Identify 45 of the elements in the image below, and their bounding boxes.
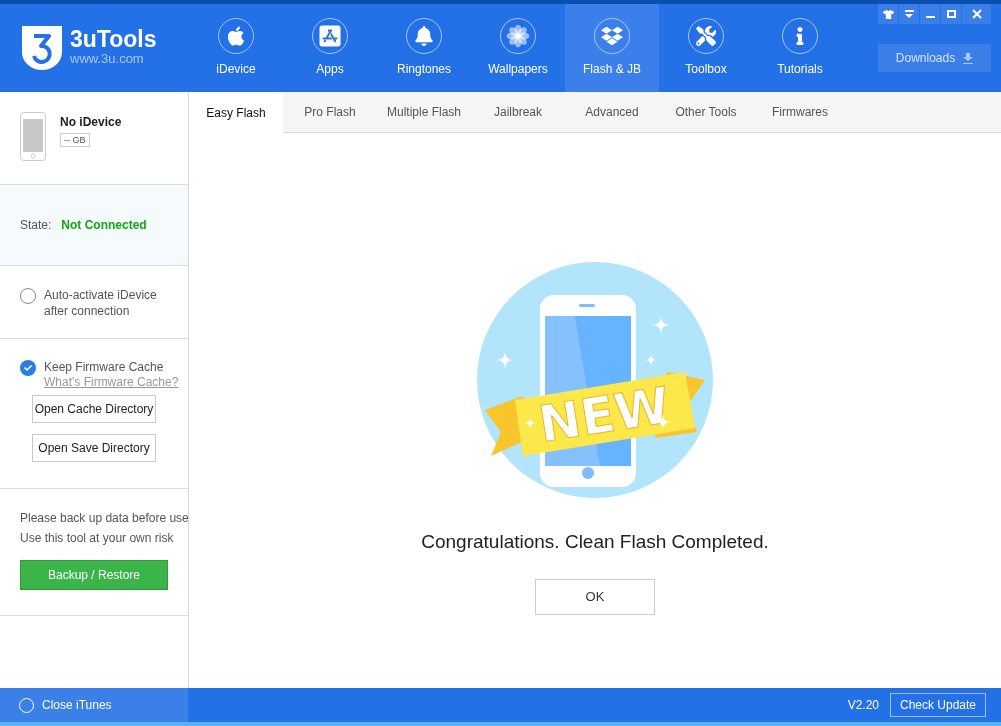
- warning-text: Use this tool at your own risk: [20, 530, 175, 547]
- check-update-button[interactable]: Check Update: [890, 693, 986, 717]
- downloads-button[interactable]: Downloads: [878, 44, 991, 72]
- nav-tab[interactable]: Flash & JB: [565, 4, 659, 92]
- tab[interactable]: Multiple Flash: [377, 92, 471, 133]
- app-name: 3uTools: [70, 28, 157, 52]
- nav-tab[interactable]: Tutorials: [753, 4, 847, 92]
- check-icon: [24, 364, 32, 372]
- minimize-icon[interactable]: [920, 4, 940, 24]
- tab[interactable]: Easy Flash: [189, 92, 283, 133]
- device-name: No iDevice: [60, 114, 122, 131]
- phone-icon: [20, 112, 46, 161]
- tab[interactable]: Pro Flash: [283, 92, 377, 133]
- nav-tab[interactable]: Wallpapers: [471, 4, 565, 92]
- ok-button[interactable]: OK: [535, 578, 655, 615]
- maximize-icon[interactable]: [941, 4, 961, 24]
- capacity-badge: -- GB: [60, 133, 90, 147]
- tab[interactable]: Jailbreak: [471, 92, 565, 133]
- directory-button[interactable]: Open Save Directory: [32, 434, 156, 462]
- backup-restore-button[interactable]: Backup / Restore: [20, 560, 168, 590]
- nav-tab[interactable]: iDevice: [189, 4, 283, 92]
- firmware-cache-link[interactable]: What's Firmware Cache?: [44, 375, 179, 390]
- nav-tab[interactable]: Toolbox: [659, 4, 753, 92]
- logo-icon: [22, 26, 62, 70]
- auto-activate-label: Auto-activate iDevice after connection: [44, 287, 158, 319]
- warning-text: Please back up data before use: [20, 510, 188, 527]
- connection-status: Not Connected: [61, 217, 147, 234]
- new-phone-illustration: NEW: [475, 260, 715, 500]
- keep-cache-label: Keep Firmware Cache: [44, 360, 165, 375]
- directory-button[interactable]: Open Cache Directory: [32, 395, 156, 423]
- tab[interactable]: Firmwares: [753, 92, 847, 133]
- state-label: State:: [20, 217, 52, 234]
- download-icon: [963, 52, 974, 64]
- menu-icon[interactable]: [899, 4, 919, 24]
- tab[interactable]: Advanced: [565, 92, 659, 133]
- checkbox[interactable]: [20, 360, 36, 376]
- nav-tab[interactable]: Ringtones: [377, 4, 471, 92]
- app-url: www.3u.com: [70, 51, 145, 68]
- tab[interactable]: Other Tools: [659, 92, 753, 133]
- close-itunes-label: Close iTunes: [42, 697, 112, 714]
- version-label: V2.20: [847, 697, 879, 714]
- skin-icon[interactable]: [878, 4, 898, 24]
- nav-tab[interactable]: Apps: [283, 4, 377, 92]
- completion-message: Congratulations. Clean Flash Completed.: [421, 530, 769, 554]
- close-icon[interactable]: [962, 4, 991, 24]
